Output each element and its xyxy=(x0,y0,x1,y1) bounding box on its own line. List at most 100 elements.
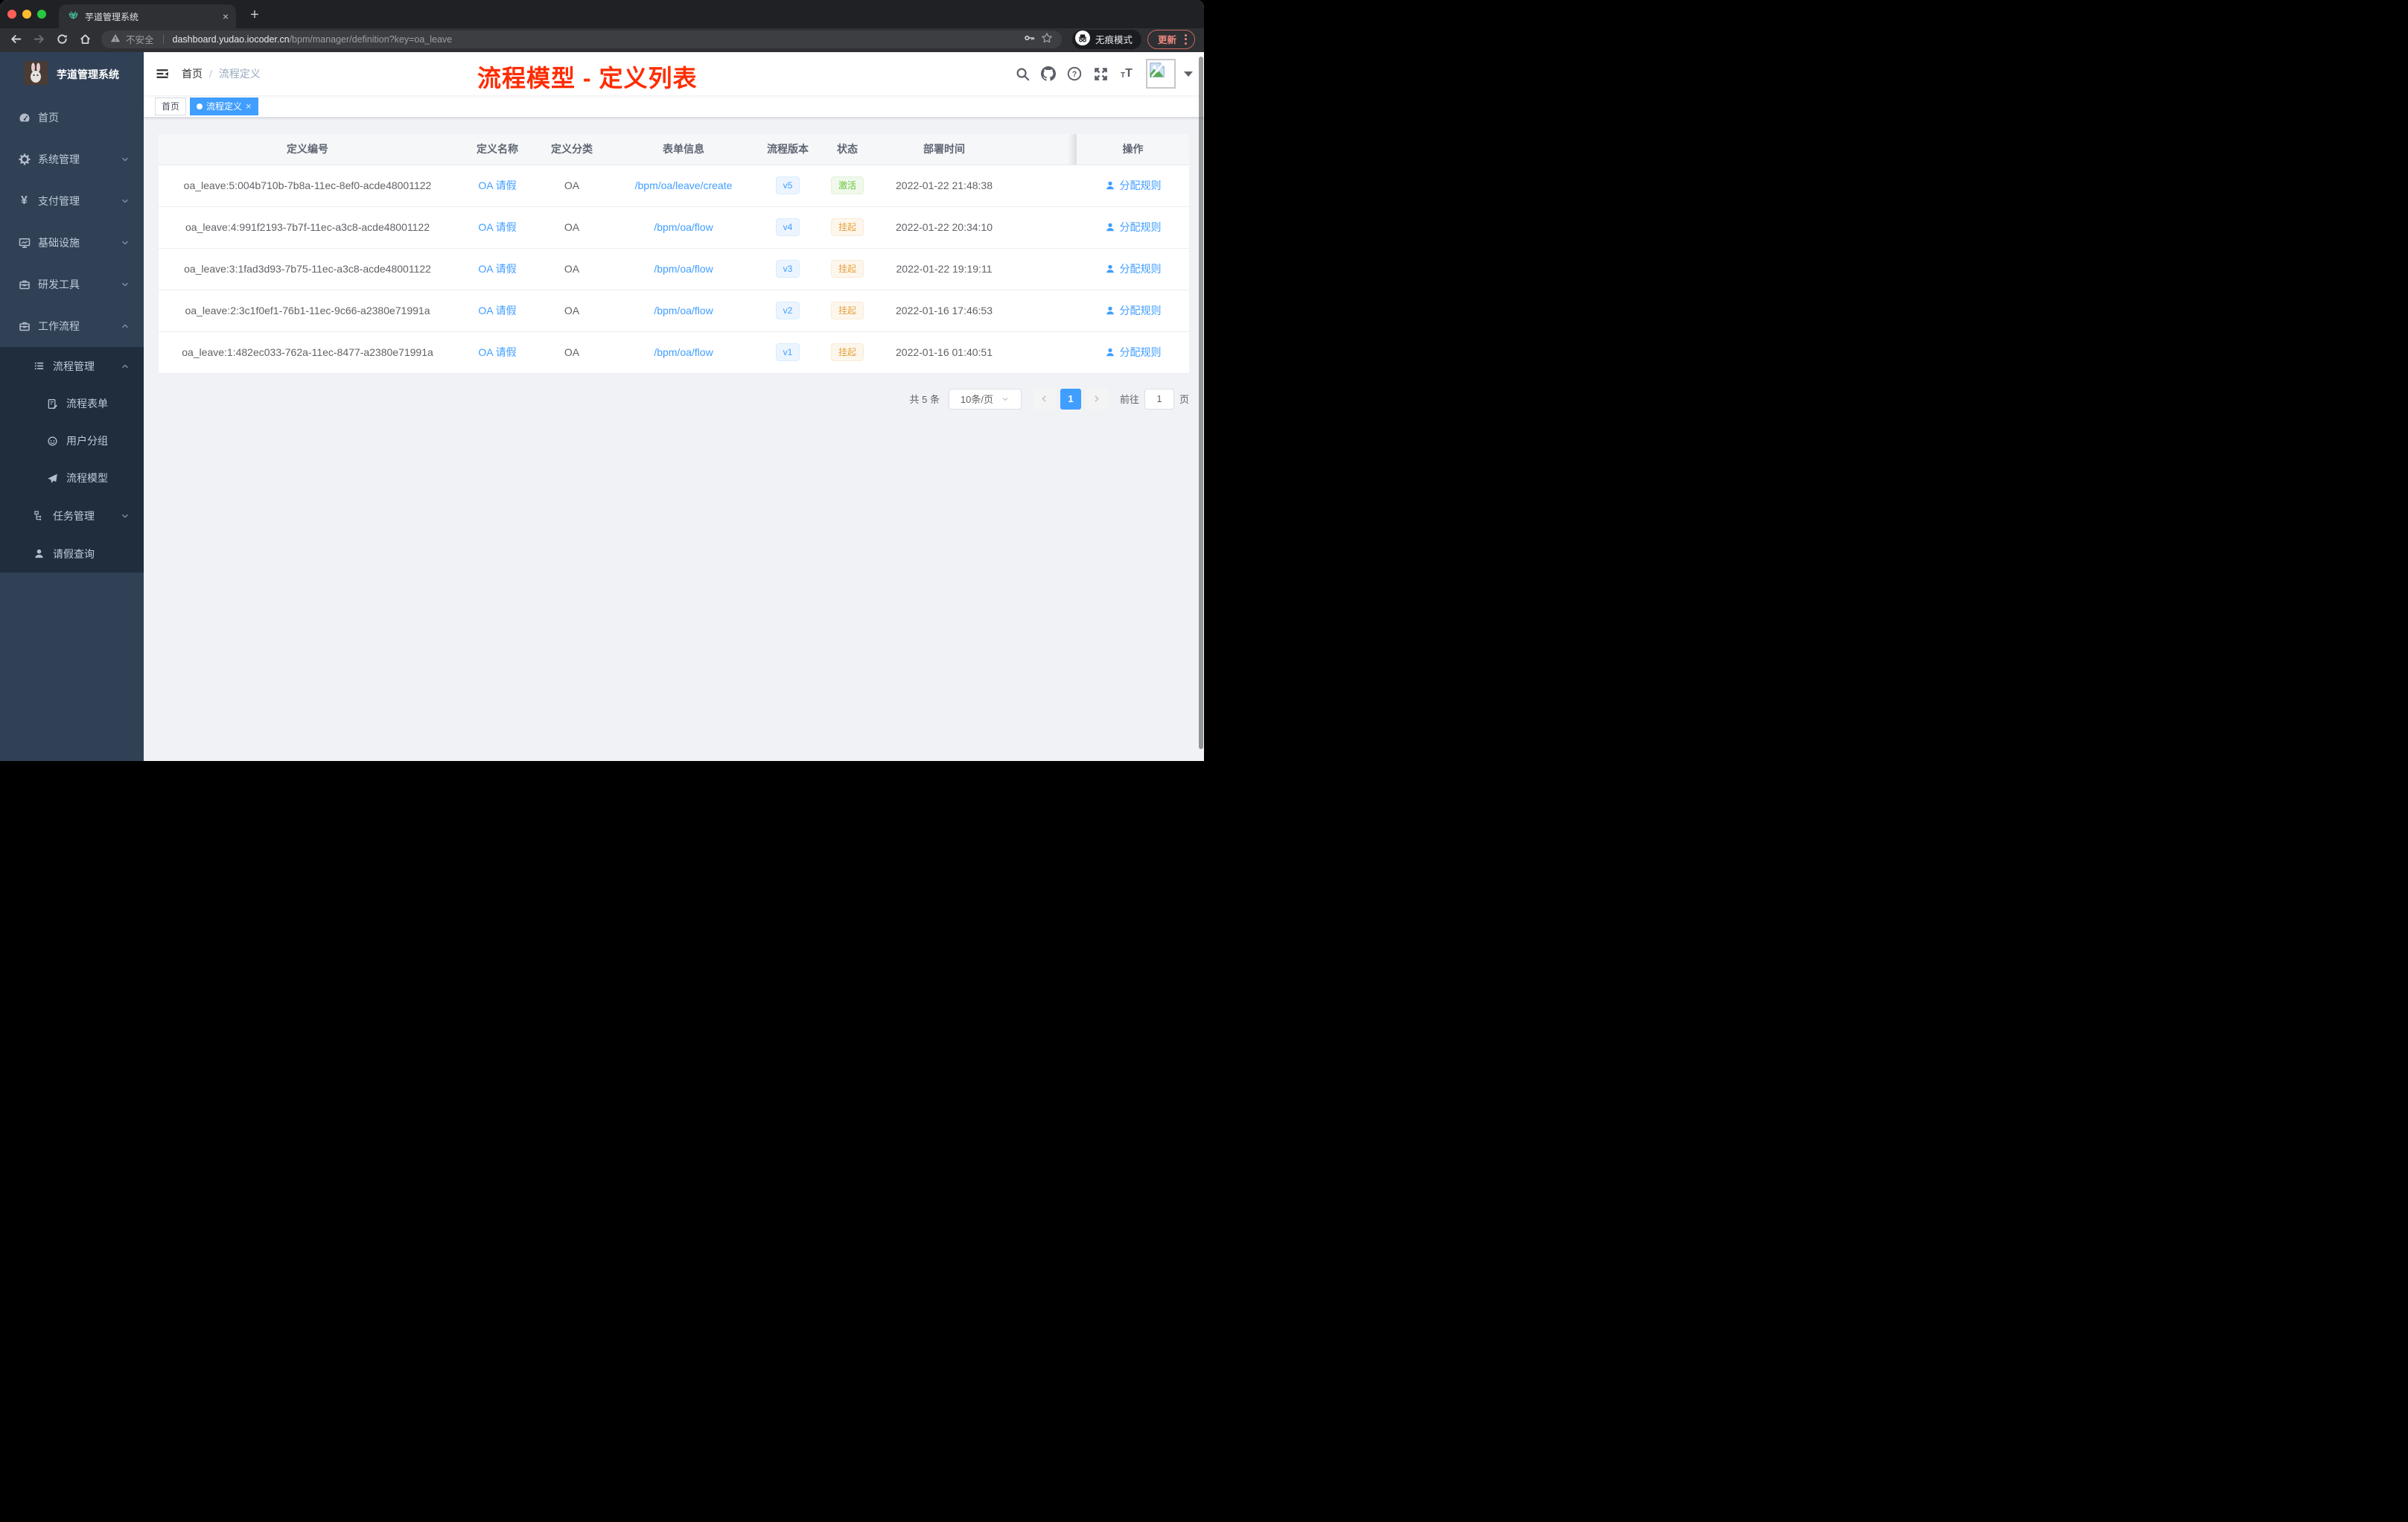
dashboard-icon xyxy=(18,112,31,124)
cell-deploy-time: 2022-01-16 17:46:53 xyxy=(881,290,1007,332)
tab-process-definition[interactable]: 流程定义 × xyxy=(190,97,258,115)
maximize-window-button[interactable] xyxy=(37,10,46,19)
form-link[interactable]: /bpm/oa/flow xyxy=(654,305,713,316)
bookmark-star-icon[interactable] xyxy=(1041,32,1053,46)
sidebar-item-infrastructure[interactable]: 基础设施 xyxy=(0,222,144,264)
url-text: dashboard.yudao.iocoder.cn/bpm/manager/d… xyxy=(173,34,453,45)
fullscreen-icon[interactable] xyxy=(1091,64,1110,83)
back-icon[interactable] xyxy=(4,30,28,49)
definition-name-link[interactable]: OA 请假 xyxy=(478,179,516,191)
assign-rule-link[interactable]: 分配规则 xyxy=(1105,261,1162,276)
cell-form-info: /bpm/oa/leave/create xyxy=(605,165,762,207)
sidebar-item-system[interactable]: 系统管理 xyxy=(0,138,144,180)
cell-definition-name: OA 请假 xyxy=(456,331,538,374)
page-size-select[interactable]: 10条/页 xyxy=(948,388,1022,410)
cell-actions: 分配规则 xyxy=(1077,331,1189,374)
hamburger-icon[interactable] xyxy=(155,66,170,81)
assign-rule-link[interactable]: 分配规则 xyxy=(1105,303,1162,318)
browser-menu-icon[interactable] xyxy=(1185,34,1187,45)
sidebar-item-process-form[interactable]: 流程表单 xyxy=(0,385,144,422)
user-icon xyxy=(33,548,45,559)
cell-deploy-time: 2022-01-22 19:19:11 xyxy=(881,248,1007,290)
form-link[interactable]: /bpm/oa/flow xyxy=(654,221,713,233)
goto-label: 前往 xyxy=(1119,394,1139,405)
help-icon[interactable]: ? xyxy=(1065,64,1084,83)
assign-rule-label: 分配规则 xyxy=(1119,263,1162,275)
toolbox-icon xyxy=(18,278,31,290)
assign-rule-link[interactable]: 分配规则 xyxy=(1105,220,1162,235)
browser-toolbar: 不安全 dashboard.yudao.iocoder.cn/bpm/manag… xyxy=(0,28,1204,52)
breadcrumb: 首页 / 流程定义 xyxy=(182,66,261,81)
definition-name-link[interactable]: OA 请假 xyxy=(478,346,516,358)
col-header-name: 定义名称 xyxy=(456,134,538,165)
goto-page-input[interactable] xyxy=(1144,388,1174,410)
cell-form-info: /bpm/oa/flow xyxy=(605,331,762,374)
address-bar[interactable]: 不安全 dashboard.yudao.iocoder.cn/bpm/manag… xyxy=(101,30,1062,48)
form-link[interactable]: /bpm/oa/flow xyxy=(654,263,713,275)
sidebar-item-workflow[interactable]: 工作流程 xyxy=(0,305,144,347)
incognito-badge: 无痕模式 xyxy=(1071,29,1141,49)
breadcrumb-current: 流程定义 xyxy=(218,68,261,80)
sidebar-item-payment[interactable]: ¥ 支付管理 xyxy=(0,180,144,222)
prev-page-button[interactable] xyxy=(1033,388,1056,410)
sidebar-item-process-model[interactable]: 流程模型 xyxy=(0,459,144,497)
status-badge: 挂起 xyxy=(830,302,864,319)
sidebar-logo-row[interactable]: 芋道管理系统 xyxy=(0,52,144,97)
form-link[interactable]: /bpm/oa/leave/create xyxy=(635,179,733,191)
chevron-down-icon xyxy=(120,238,130,248)
page-number-button[interactable]: 1 xyxy=(1060,388,1081,410)
user-menu[interactable] xyxy=(1146,59,1193,89)
sidebar-item-process-management[interactable]: 流程管理 xyxy=(0,347,144,385)
tab-home[interactable]: 首页 xyxy=(155,97,187,115)
tab-title: 芋道管理系统 xyxy=(85,11,139,22)
sidebar-item-label: 用户分组 xyxy=(66,435,108,447)
tree-icon xyxy=(33,510,45,521)
col-header-form: 表单信息 xyxy=(605,134,762,165)
cell-definition-name: OA 请假 xyxy=(456,206,538,249)
password-key-icon[interactable] xyxy=(1024,32,1036,46)
sidebar-item-task-management[interactable]: 任务管理 xyxy=(0,497,144,535)
sidebar-item-leave-query[interactable]: 请假查询 xyxy=(0,535,144,573)
gear-icon xyxy=(18,153,31,165)
form-link[interactable]: /bpm/oa/flow xyxy=(654,346,713,358)
chevron-down-icon xyxy=(120,196,130,206)
sidebar-item-label: 工作流程 xyxy=(38,320,80,332)
reload-icon[interactable] xyxy=(51,30,74,49)
chevron-down-icon xyxy=(120,279,130,290)
close-icon[interactable]: × xyxy=(246,101,252,111)
github-icon[interactable] xyxy=(1039,64,1058,83)
table-header-row: 定义编号 定义名称 定义分类 表单信息 流程版本 状态 部署时间 操作 xyxy=(159,134,1189,165)
minimize-window-button[interactable] xyxy=(22,10,31,19)
forward-icon[interactable] xyxy=(28,30,51,49)
home-icon[interactable] xyxy=(74,30,97,49)
scrollbar[interactable] xyxy=(1199,57,1203,749)
table-row: oa_leave:2:3c1f0ef1-76b1-11ec-9c66-a2380… xyxy=(159,290,1189,332)
assign-rule-link[interactable]: 分配规则 xyxy=(1105,345,1162,360)
search-icon[interactable] xyxy=(1013,64,1032,83)
definition-name-link[interactable]: OA 请假 xyxy=(478,305,516,316)
incognito-icon xyxy=(1074,31,1090,48)
browser-tab[interactable]: 芋道管理系统 × xyxy=(59,4,236,28)
definition-name-link[interactable]: OA 请假 xyxy=(478,221,516,233)
definition-name-link[interactable]: OA 请假 xyxy=(478,263,516,275)
sidebar-item-label: 基础设施 xyxy=(38,237,80,249)
assign-rule-link[interactable]: 分配规则 xyxy=(1105,178,1162,193)
tab-close-icon[interactable]: × xyxy=(223,11,229,22)
status-badge: 挂起 xyxy=(830,343,864,361)
breadcrumb-home-link[interactable]: 首页 xyxy=(182,66,203,81)
cell-category: OA xyxy=(538,331,605,374)
next-page-button[interactable] xyxy=(1085,388,1108,410)
sidebar-item-home[interactable]: 首页 xyxy=(0,97,144,138)
font-size-icon[interactable]: TT xyxy=(1117,64,1136,83)
pagination-goto: 前往 页 xyxy=(1119,388,1189,410)
sidebar-item-user-group[interactable]: 用户分组 xyxy=(0,422,144,459)
sidebar-item-dev-tools[interactable]: 研发工具 xyxy=(0,264,144,305)
close-window-button[interactable] xyxy=(7,10,16,19)
new-tab-button[interactable]: + xyxy=(244,5,265,25)
browser-update-button[interactable]: 更新 xyxy=(1147,29,1195,49)
security-label[interactable]: 不安全 xyxy=(126,32,154,46)
cell-spacer xyxy=(1007,165,1077,207)
navbar-actions: ? TT xyxy=(1013,59,1193,89)
status-badge: 激活 xyxy=(830,176,864,194)
sidebar-item-label: 支付管理 xyxy=(38,195,80,207)
